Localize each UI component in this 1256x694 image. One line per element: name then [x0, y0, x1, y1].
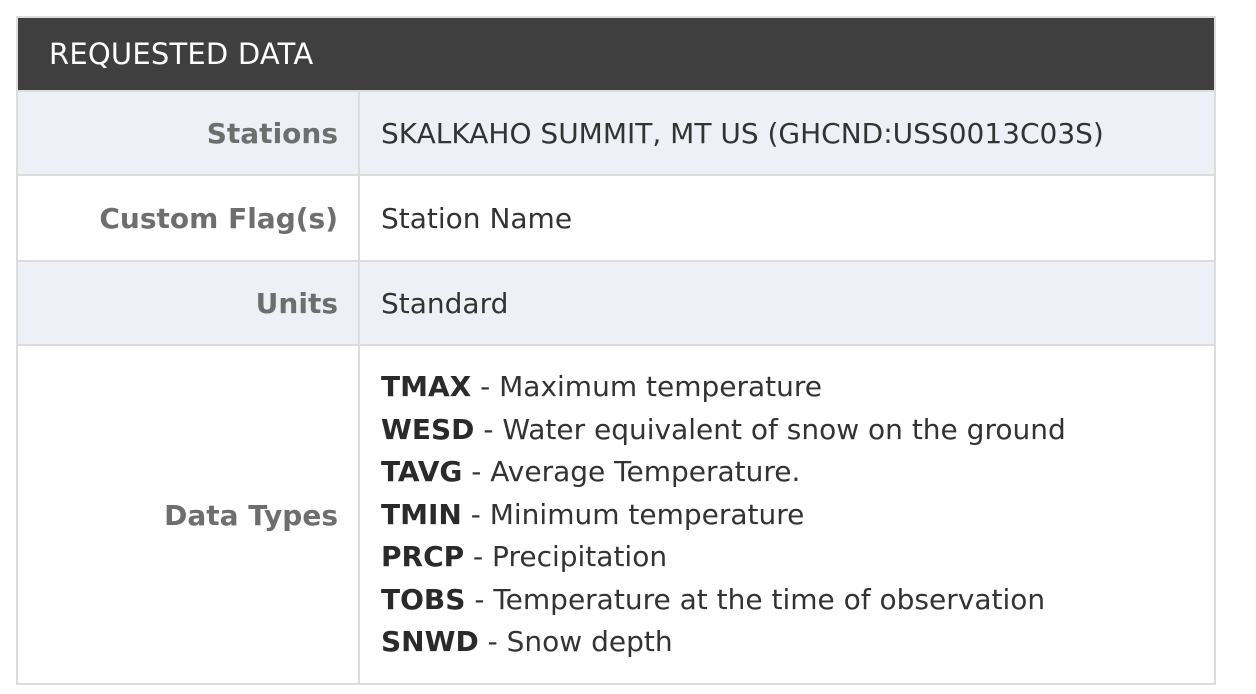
- data-type-description: - Snow depth: [478, 625, 673, 659]
- data-types-value: TMAX - Maximum temperature WESD - Water …: [359, 344, 1214, 684]
- data-types-list: TMAX - Maximum temperature WESD - Water …: [381, 366, 1213, 664]
- units-label: Units: [18, 260, 360, 345]
- data-type-item: TMAX - Maximum temperature: [381, 366, 1213, 409]
- data-type-description: - Precipitation: [464, 540, 668, 574]
- custom-flags-label: Custom Flag(s): [18, 174, 360, 261]
- data-type-item: WESD - Water equivalent of snow on the g…: [381, 409, 1213, 452]
- data-type-item: TAVG - Average Temperature.: [381, 451, 1213, 494]
- table-row-custom-flags: Custom Flag(s) Station Name: [18, 174, 1214, 261]
- data-type-description: - Temperature at the time of observation: [465, 582, 1046, 616]
- requested-data-table: Stations SKALKAHO SUMMIT, MT US (GHCND:U…: [18, 90, 1214, 684]
- data-type-code: WESD: [381, 412, 475, 446]
- data-type-description: - Minimum temperature: [461, 497, 805, 531]
- table-row-data-types: Data Types TMAX - Maximum temperature WE…: [18, 344, 1214, 684]
- table-row-units: Units Standard: [18, 260, 1214, 345]
- data-type-item: PRCP - Precipitation: [381, 536, 1213, 579]
- table-row-stations: Stations SKALKAHO SUMMIT, MT US (GHCND:U…: [18, 90, 1214, 175]
- stations-value: SKALKAHO SUMMIT, MT US (GHCND:USS0013C03…: [359, 90, 1214, 175]
- data-type-code: TOBS: [381, 582, 466, 616]
- data-type-item: TOBS - Temperature at the time of observ…: [381, 579, 1213, 622]
- data-type-item: TMIN - Minimum temperature: [381, 494, 1213, 537]
- data-type-code: TMIN: [381, 497, 462, 531]
- data-type-description: - Average Temperature.: [462, 455, 801, 489]
- data-type-code: SNWD: [381, 625, 479, 659]
- stations-label: Stations: [18, 90, 360, 175]
- custom-flags-value: Station Name: [359, 174, 1214, 261]
- data-type-description: - Water equivalent of snow on the ground: [474, 412, 1066, 446]
- data-type-code: TMAX: [381, 369, 472, 403]
- panel-title: REQUESTED DATA: [18, 18, 1214, 90]
- requested-data-panel: REQUESTED DATA Stations SKALKAHO SUMMIT,…: [16, 16, 1216, 685]
- data-type-code: PRCP: [381, 540, 465, 574]
- data-type-description: - Maximum temperature: [471, 369, 822, 403]
- data-types-label: Data Types: [18, 344, 360, 684]
- data-type-item: SNWD - Snow depth: [381, 621, 1213, 664]
- data-type-code: TAVG: [381, 455, 463, 489]
- units-value: Standard: [359, 260, 1214, 345]
